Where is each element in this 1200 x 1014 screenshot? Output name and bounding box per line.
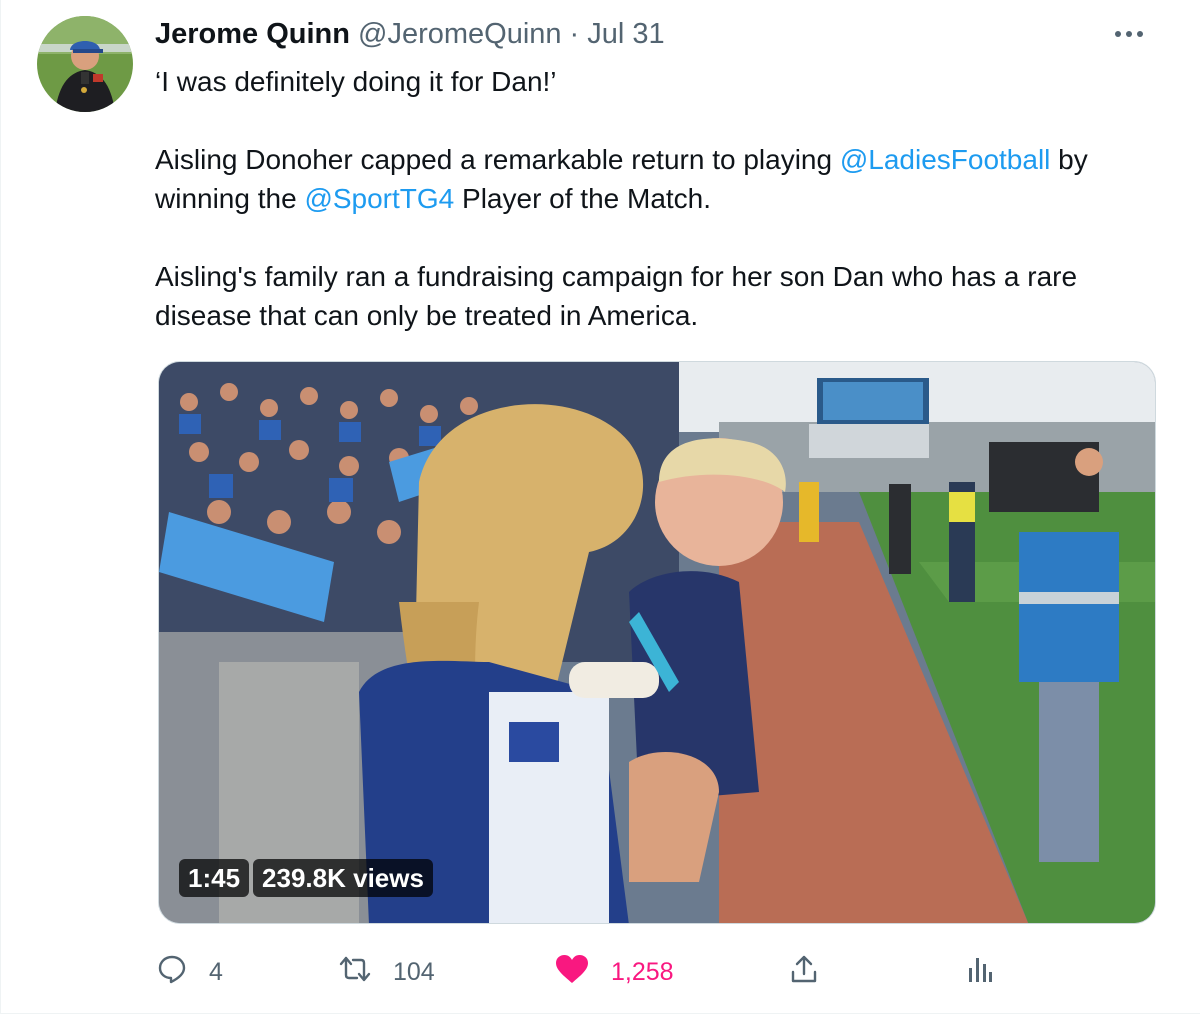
more-icon[interactable] bbox=[1107, 16, 1151, 52]
like-button[interactable]: 1,258 bbox=[555, 950, 674, 994]
like-count: 1,258 bbox=[611, 957, 674, 986]
mention-ladiesfootball[interactable]: @LadiesFootball bbox=[840, 144, 1051, 175]
reply-count: 4 bbox=[209, 957, 223, 986]
tweet-paragraph-3: Aisling's family ran a fundraising campa… bbox=[155, 261, 1078, 331]
tweet-header: Jerome Quinn @JeromeQuinn · Jul 31 bbox=[155, 18, 665, 54]
video-thumbnail bbox=[159, 362, 1155, 923]
tweet-date[interactable]: Jul 31 bbox=[587, 18, 664, 51]
video-player[interactable]: 1:45 239.8K views bbox=[158, 361, 1156, 924]
user-handle[interactable]: @JeromeQuinn bbox=[358, 18, 562, 51]
analytics-button[interactable] bbox=[967, 950, 993, 994]
text-segment: Aisling Donoher capped a remarkable retu… bbox=[155, 144, 840, 175]
separator-dot: · bbox=[569, 18, 580, 50]
retweet-button[interactable]: 104 bbox=[339, 950, 435, 994]
avatar[interactable] bbox=[37, 16, 133, 112]
display-name[interactable]: Jerome Quinn bbox=[155, 18, 350, 51]
tweet-paragraph-2: Aisling Donoher capped a remarkable retu… bbox=[155, 140, 1155, 218]
share-button[interactable] bbox=[789, 950, 819, 994]
video-duration: 1:45 bbox=[179, 859, 250, 897]
video-overlay: 1:45 239.8K views bbox=[179, 859, 433, 897]
reply-button[interactable]: 4 bbox=[157, 950, 223, 994]
reply-icon bbox=[157, 954, 187, 991]
share-icon bbox=[789, 954, 819, 991]
retweet-icon bbox=[339, 954, 371, 991]
tweet-quote-line: ‘I was definitely doing it for Dan!’ bbox=[155, 66, 557, 97]
tweet-card[interactable]: Jerome Quinn @JeromeQuinn · Jul 31 ‘I wa… bbox=[0, 0, 1200, 1014]
retweet-count: 104 bbox=[393, 957, 435, 986]
analytics-icon bbox=[967, 954, 993, 991]
tweet-actions: 4 104 1,258 bbox=[151, 950, 1011, 994]
video-views: 239.8K views bbox=[253, 859, 433, 897]
tweet-text: ‘I was definitely doing it for Dan!’ Ais… bbox=[155, 62, 1155, 335]
like-icon bbox=[555, 954, 589, 991]
text-segment: Player of the Match. bbox=[454, 183, 712, 214]
mention-sporttg4[interactable]: @SportTG4 bbox=[304, 183, 454, 214]
